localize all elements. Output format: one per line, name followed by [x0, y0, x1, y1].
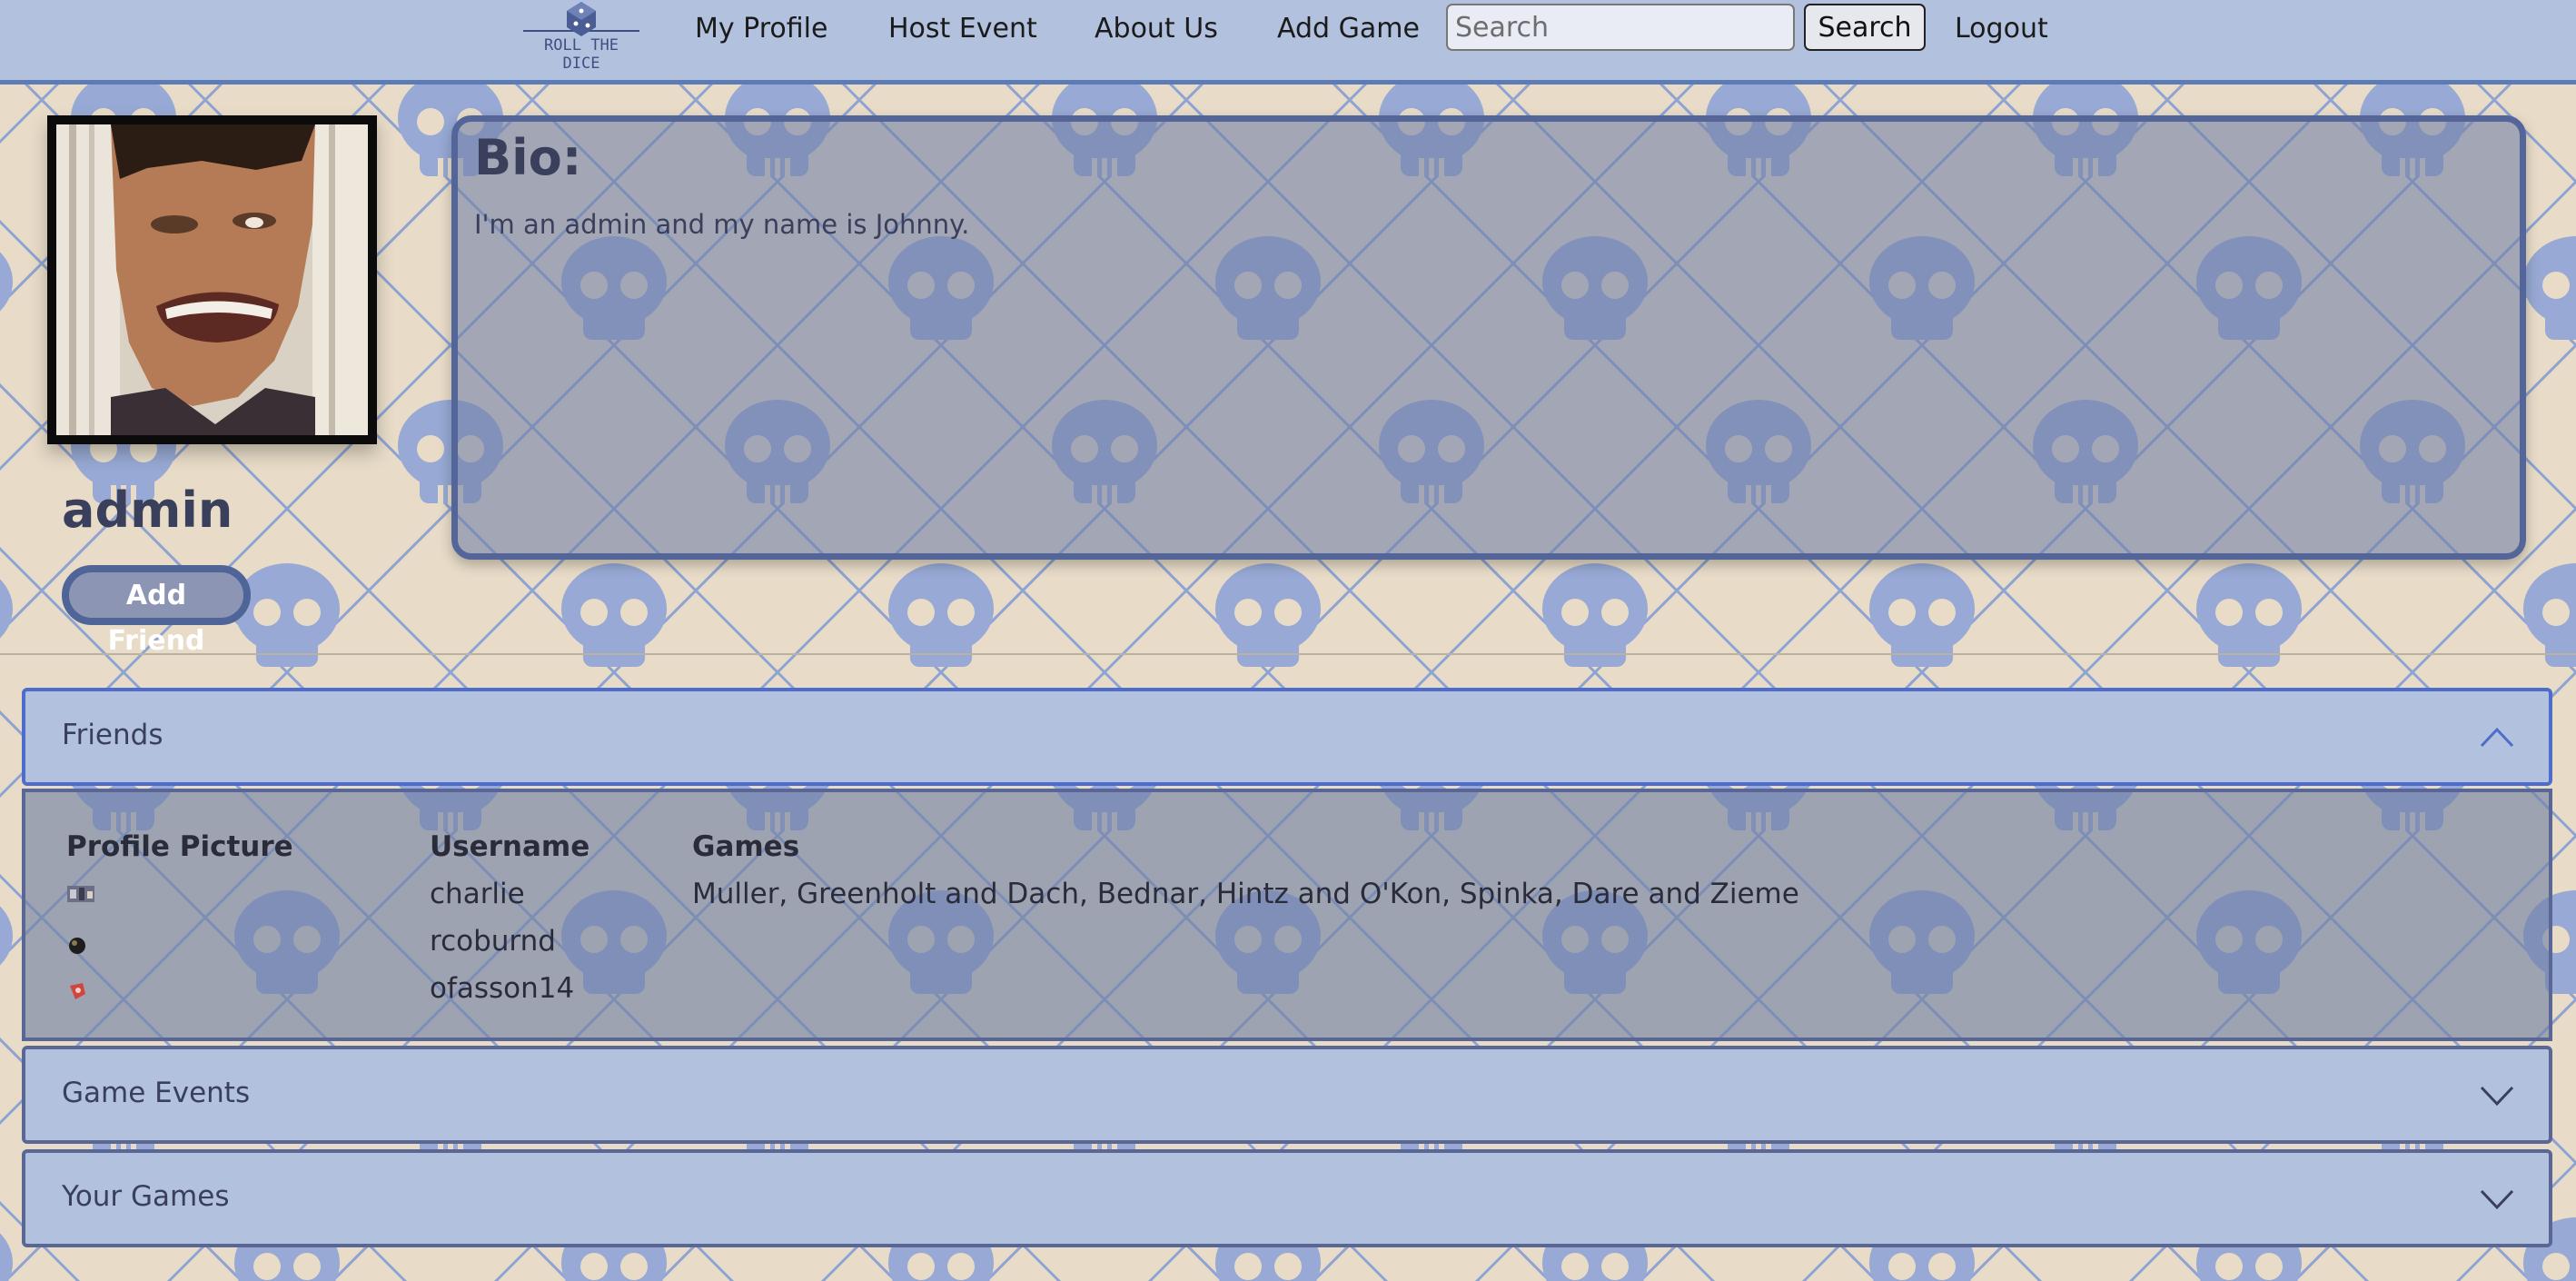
- logout-link[interactable]: Logout: [1955, 11, 2048, 47]
- profile-avatar: [47, 115, 377, 444]
- game-events-accordion-label: Game Events: [62, 1077, 251, 1109]
- friend-avatar-thumbnail[interactable]: [67, 981, 87, 1001]
- friends-accordion-label: Friends: [62, 719, 163, 751]
- search-button[interactable]: Search: [1804, 4, 1926, 51]
- chevron-down-icon: [2480, 1189, 2514, 1210]
- bio-text: I'm an admin and my name is Johnny.: [474, 209, 970, 240]
- friend-username[interactable]: rcoburnd: [430, 925, 556, 958]
- friend-avatar-thumbnail[interactable]: [67, 936, 87, 956]
- bio-title: Bio:: [474, 129, 582, 186]
- chevron-down-icon: [2480, 1086, 2514, 1107]
- add-friend-button[interactable]: Add Friend: [62, 565, 251, 657]
- bio-panel: Bio: I'm an admin and my name is Johnny.: [451, 115, 2526, 560]
- your-games-accordion-label: Your Games: [62, 1180, 230, 1213]
- game-events-accordion-header[interactable]: Game Events: [22, 1046, 2552, 1144]
- nav-link-my-profile[interactable]: My Profile: [695, 11, 827, 47]
- chevron-up-icon: [2480, 727, 2514, 748]
- friends-accordion-header[interactable]: Friends: [22, 688, 2552, 786]
- avatar-image: [56, 124, 368, 435]
- column-header-profile-picture: Profile Picture: [66, 830, 293, 863]
- search-input[interactable]: [1446, 4, 1795, 51]
- top-navbar: ROLL THE DICE My Profile Host Event Abou…: [0, 0, 2576, 84]
- nav-link-about-us[interactable]: About Us: [1095, 11, 1218, 47]
- friend-username[interactable]: ofasson14: [430, 972, 574, 1005]
- friend-username[interactable]: charlie: [430, 878, 525, 910]
- friend-avatar-thumbnail[interactable]: [67, 886, 94, 902]
- section-divider: [0, 653, 2576, 655]
- friends-accordion-body: Profile Picture Username Games charlie M…: [22, 789, 2552, 1041]
- your-games-accordion-header[interactable]: Your Games: [22, 1149, 2552, 1247]
- nav-link-host-event[interactable]: Host Event: [888, 11, 1037, 47]
- friend-games: Muller, Greenholt and Dach, Bednar, Hint…: [692, 878, 1799, 910]
- column-header-username: Username: [430, 830, 590, 863]
- profile-username: admin: [62, 482, 233, 539]
- logo-text: ROLL THE DICE: [544, 36, 619, 73]
- column-header-games: Games: [692, 830, 800, 863]
- nav-link-add-game[interactable]: Add Game: [1277, 11, 1420, 47]
